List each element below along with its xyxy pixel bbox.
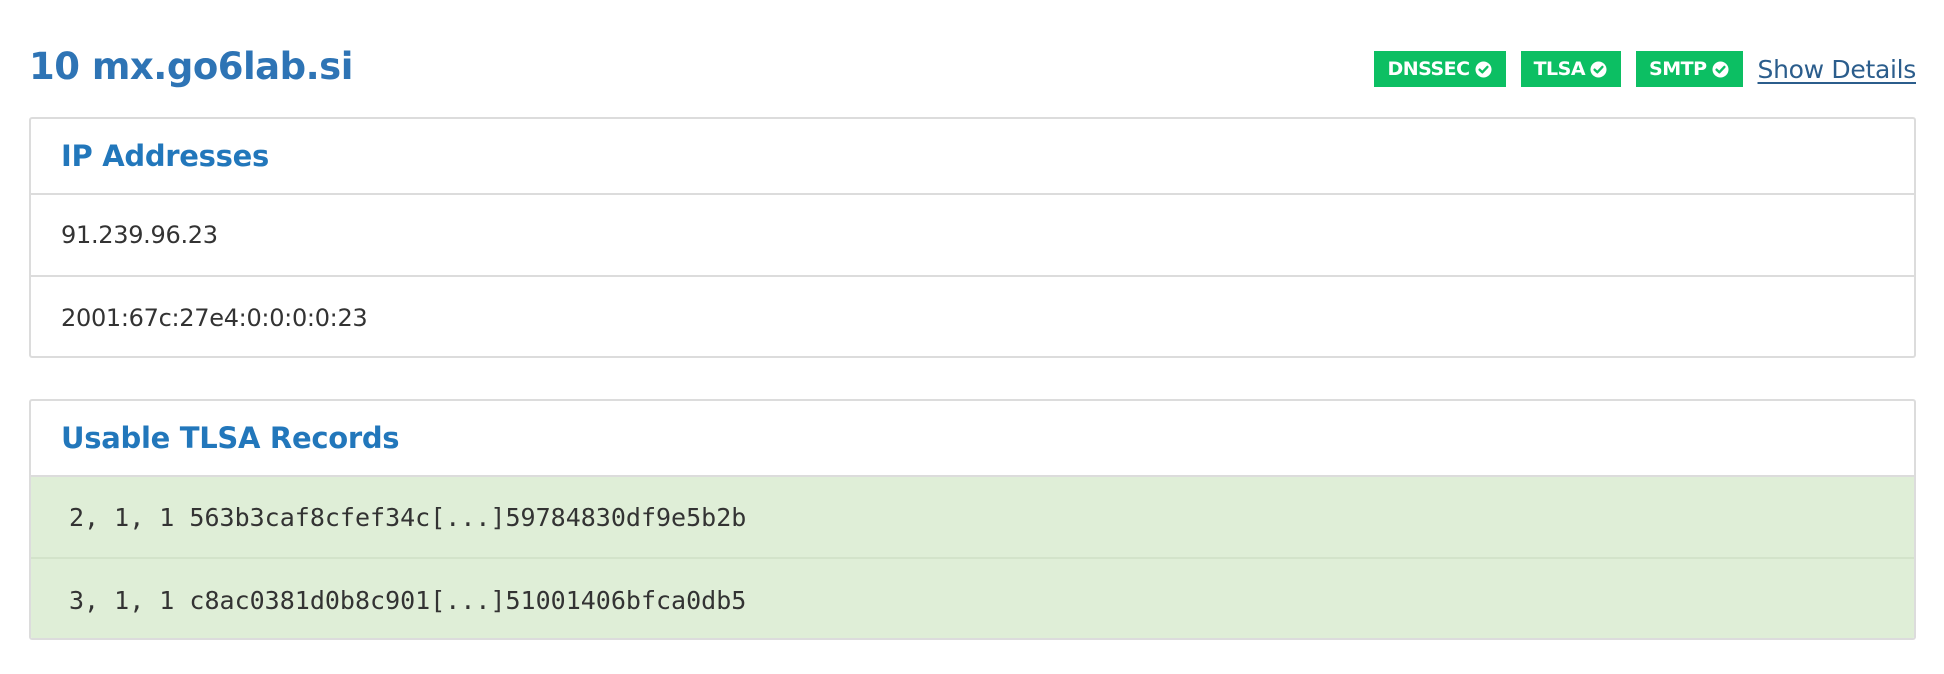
ip-address-row: 91.239.96.23 xyxy=(31,195,1914,277)
panel-title: Usable TLSA Records xyxy=(61,421,400,455)
mx-record-section: 10 mx.go6lab.si DNSSEC TLSA SMTP Show De… xyxy=(29,0,1916,640)
tlsa-record-row: 2, 1, 1 563b3caf8cfef34c[...]59784830df9… xyxy=(31,477,1914,559)
panel-heading: IP Addresses xyxy=(31,119,1914,195)
tlsa-badge-label: TLSA xyxy=(1533,58,1586,80)
tlsa-badge: TLSA xyxy=(1520,51,1622,87)
ip-address-row: 2001:67c:27e4:0:0:0:0:23 xyxy=(61,304,368,332)
tlsa-record-row: 3, 1, 1 c8ac0381d0b8c901[...]51001406bfc… xyxy=(31,559,1914,638)
status-badges: DNSSEC TLSA SMTP Show Details xyxy=(1374,51,1916,87)
mx-header: 10 mx.go6lab.si DNSSEC TLSA SMTP Show De… xyxy=(29,0,1916,117)
mx-hostname-title: 10 mx.go6lab.si xyxy=(29,45,353,88)
panel-heading: Usable TLSA Records xyxy=(31,401,1914,477)
smtp-badge: SMTP xyxy=(1636,51,1743,87)
check-circle-icon xyxy=(1475,61,1492,78)
dnssec-badge-label: DNSSEC xyxy=(1387,58,1470,80)
panel-title: IP Addresses xyxy=(61,139,269,173)
check-circle-icon xyxy=(1590,61,1607,78)
tlsa-records-panel: Usable TLSA Records 2, 1, 1 563b3caf8cfe… xyxy=(29,399,1916,640)
ip-addresses-panel: IP Addresses 91.239.96.23 2001:67c:27e4:… xyxy=(29,117,1916,358)
dnssec-badge: DNSSEC xyxy=(1374,51,1506,87)
show-details-link[interactable]: Show Details xyxy=(1758,55,1917,84)
check-circle-icon xyxy=(1712,61,1729,78)
smtp-badge-label: SMTP xyxy=(1649,58,1707,80)
